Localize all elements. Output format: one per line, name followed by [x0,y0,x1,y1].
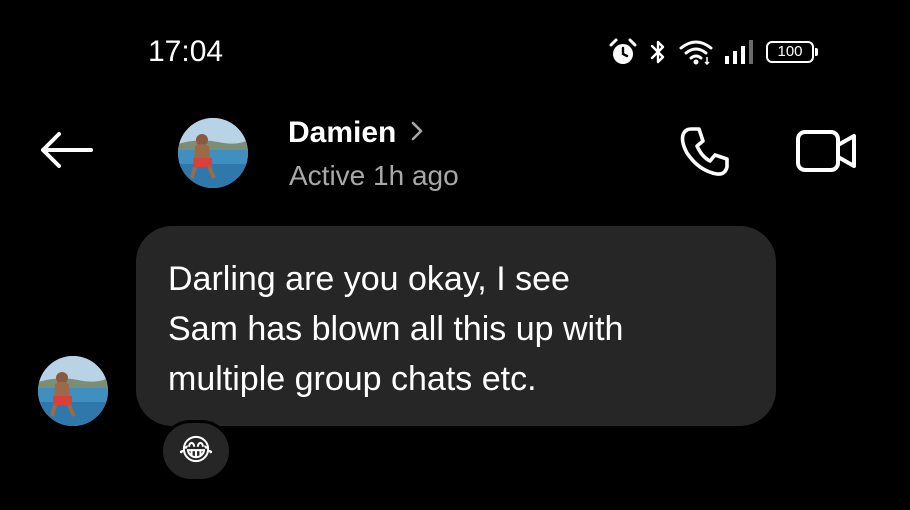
video-call-button[interactable] [792,122,862,184]
signal-icon [724,39,756,65]
battery-level: 100 [777,43,803,60]
back-arrow-icon [35,130,95,175]
contact-avatar[interactable] [178,118,248,188]
message-bubble[interactable]: Darling are you okay, I see Sam has blow… [136,226,776,426]
back-button[interactable] [30,124,100,180]
sender-avatar[interactable] [38,356,108,426]
status-icons: 100 [608,34,818,70]
laughing-emoji-icon: 😂 [178,433,214,468]
activity-status: Active 1h ago [289,160,459,191]
voice-call-button[interactable] [672,122,738,184]
phone-icon [677,123,733,184]
chevron-right-icon [410,120,424,147]
message-reaction[interactable]: 😂 [160,420,232,482]
battery-icon: 100 [766,41,818,63]
contact-name-link[interactable]: Damien [288,114,424,152]
status-time: 17:04 [148,35,224,68]
video-camera-icon [794,126,860,181]
contact-name: Damien [288,116,397,149]
wifi-icon [678,37,714,67]
alarm-icon [608,37,638,67]
message-text: Darling are you okay, I see Sam has blow… [168,260,624,398]
bluetooth-icon [648,37,668,67]
